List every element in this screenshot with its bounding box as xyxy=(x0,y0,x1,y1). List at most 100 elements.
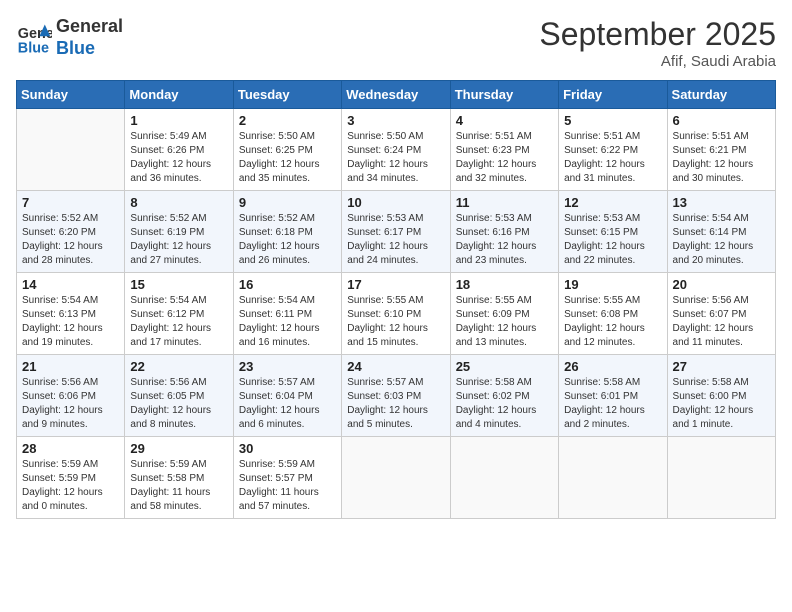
day-number: 5 xyxy=(564,113,661,128)
day-info: Sunrise: 5:56 AM Sunset: 6:06 PM Dayligh… xyxy=(22,376,119,432)
day-number: 19 xyxy=(564,277,661,292)
month-title: September 2025 xyxy=(539,16,776,53)
calendar-cell: 14Sunrise: 5:54 AM Sunset: 6:13 PM Dayli… xyxy=(17,273,125,355)
day-info: Sunrise: 5:54 AM Sunset: 6:12 PM Dayligh… xyxy=(130,294,227,350)
day-info: Sunrise: 5:56 AM Sunset: 6:07 PM Dayligh… xyxy=(673,294,770,350)
calendar-cell: 8 Sunrise: 5:52 AM Sunset: 6:19 PM Daylig… xyxy=(125,191,233,273)
day-number: 21 xyxy=(22,359,119,374)
day-number: 18 xyxy=(456,277,553,292)
day-info: Sunrise: 5:51 AM Sunset: 6:21 PM Dayligh… xyxy=(673,130,770,186)
calendar-cell xyxy=(559,437,667,519)
day-info: Sunrise: 5:57 AM Sunset: 6:04 PM Dayligh… xyxy=(239,376,336,432)
calendar-cell: 21 Sunrise: 5:56 AM Sunset: 6:06 PM Dayli… xyxy=(17,355,125,437)
week-row-3: 14Sunrise: 5:54 AM Sunset: 6:13 PM Dayli… xyxy=(17,273,776,355)
calendar-cell: 1 Sunrise: 5:49 AM Sunset: 6:26 PM Daylig… xyxy=(125,109,233,191)
day-info: Sunrise: 5:57 AM Sunset: 6:03 PM Dayligh… xyxy=(347,376,444,432)
calendar-cell: 30 Sunrise: 5:59 AM Sunset: 5:57 PM Dayli… xyxy=(233,437,341,519)
location-subtitle: Afif, Saudi Arabia xyxy=(539,53,776,70)
calendar-cell: 23 Sunrise: 5:57 AM Sunset: 6:04 PM Dayli… xyxy=(233,355,341,437)
day-info: Sunrise: 5:54 AM Sunset: 6:14 PM Dayligh… xyxy=(673,212,770,268)
column-header-saturday: Saturday xyxy=(667,81,775,109)
calendar-cell: 5Sunrise: 5:51 AM Sunset: 6:22 PM Daylig… xyxy=(559,109,667,191)
week-row-2: 7 Sunrise: 5:52 AM Sunset: 6:20 PM Daylig… xyxy=(17,191,776,273)
day-number: 11 xyxy=(456,195,553,210)
day-info: Sunrise: 5:51 AM Sunset: 6:23 PM Dayligh… xyxy=(456,130,553,186)
day-number: 28 xyxy=(22,441,119,456)
calendar-cell xyxy=(17,109,125,191)
day-number: 8 xyxy=(130,195,227,210)
calendar-cell: 29 Sunrise: 5:59 AM Sunset: 5:58 PM Dayli… xyxy=(125,437,233,519)
day-number: 7 xyxy=(22,195,119,210)
calendar-cell: 3 Sunrise: 5:50 AM Sunset: 6:24 PM Daylig… xyxy=(342,109,450,191)
calendar-cell xyxy=(667,437,775,519)
day-info: Sunrise: 5:59 AM Sunset: 5:57 PM Dayligh… xyxy=(239,458,336,514)
day-number: 29 xyxy=(130,441,227,456)
day-number: 16 xyxy=(239,277,336,292)
day-number: 17 xyxy=(347,277,444,292)
day-number: 22 xyxy=(130,359,227,374)
calendar-cell: 2 Sunrise: 5:50 AM Sunset: 6:25 PM Daylig… xyxy=(233,109,341,191)
day-info: Sunrise: 5:58 AM Sunset: 6:02 PM Dayligh… xyxy=(456,376,553,432)
day-number: 23 xyxy=(239,359,336,374)
day-info: Sunrise: 5:58 AM Sunset: 6:00 PM Dayligh… xyxy=(673,376,770,432)
day-number: 14 xyxy=(22,277,119,292)
calendar-cell: 26 Sunrise: 5:58 AM Sunset: 6:01 PM Dayli… xyxy=(559,355,667,437)
calendar-cell: 11 Sunrise: 5:53 AM Sunset: 6:16 PM Dayli… xyxy=(450,191,558,273)
calendar-cell: 12 Sunrise: 5:53 AM Sunset: 6:15 PM Dayli… xyxy=(559,191,667,273)
calendar-cell: 27Sunrise: 5:58 AM Sunset: 6:00 PM Dayli… xyxy=(667,355,775,437)
calendar-cell: 10Sunrise: 5:53 AM Sunset: 6:17 PM Dayli… xyxy=(342,191,450,273)
calendar-cell: 22 Sunrise: 5:56 AM Sunset: 6:05 PM Dayli… xyxy=(125,355,233,437)
day-info: Sunrise: 5:52 AM Sunset: 6:18 PM Dayligh… xyxy=(239,212,336,268)
day-info: Sunrise: 5:55 AM Sunset: 6:09 PM Dayligh… xyxy=(456,294,553,350)
calendar-cell: 9Sunrise: 5:52 AM Sunset: 6:18 PM Daylig… xyxy=(233,191,341,273)
day-number: 6 xyxy=(673,113,770,128)
calendar-cell: 4 Sunrise: 5:51 AM Sunset: 6:23 PM Daylig… xyxy=(450,109,558,191)
day-info: Sunrise: 5:52 AM Sunset: 6:20 PM Dayligh… xyxy=(22,212,119,268)
day-number: 30 xyxy=(239,441,336,456)
day-number: 25 xyxy=(456,359,553,374)
day-info: Sunrise: 5:53 AM Sunset: 6:17 PM Dayligh… xyxy=(347,212,444,268)
svg-text:Blue: Blue xyxy=(18,40,49,56)
day-info: Sunrise: 5:58 AM Sunset: 6:01 PM Dayligh… xyxy=(564,376,661,432)
calendar-cell xyxy=(342,437,450,519)
calendar-cell: 28 Sunrise: 5:59 AM Sunset: 5:59 PM Dayli… xyxy=(17,437,125,519)
logo-icon: General Blue xyxy=(16,20,52,56)
column-header-monday: Monday xyxy=(125,81,233,109)
day-number: 12 xyxy=(564,195,661,210)
day-info: Sunrise: 5:59 AM Sunset: 5:59 PM Dayligh… xyxy=(22,458,119,514)
day-number: 1 xyxy=(130,113,227,128)
day-number: 4 xyxy=(456,113,553,128)
day-info: Sunrise: 5:52 AM Sunset: 6:19 PM Dayligh… xyxy=(130,212,227,268)
column-header-tuesday: Tuesday xyxy=(233,81,341,109)
day-info: Sunrise: 5:50 AM Sunset: 6:25 PM Dayligh… xyxy=(239,130,336,186)
calendar-cell: 6 Sunrise: 5:51 AM Sunset: 6:21 PM Daylig… xyxy=(667,109,775,191)
day-info: Sunrise: 5:55 AM Sunset: 6:08 PM Dayligh… xyxy=(564,294,661,350)
calendar-cell: 17 Sunrise: 5:55 AM Sunset: 6:10 PM Dayli… xyxy=(342,273,450,355)
calendar-cell: 18 Sunrise: 5:55 AM Sunset: 6:09 PM Dayli… xyxy=(450,273,558,355)
week-row-5: 28 Sunrise: 5:59 AM Sunset: 5:59 PM Dayli… xyxy=(17,437,776,519)
day-info: Sunrise: 5:49 AM Sunset: 6:26 PM Dayligh… xyxy=(130,130,227,186)
page-header: General Blue General Blue September 2025… xyxy=(16,16,776,70)
calendar-cell: 15 Sunrise: 5:54 AM Sunset: 6:12 PM Dayli… xyxy=(125,273,233,355)
column-header-wednesday: Wednesday xyxy=(342,81,450,109)
week-row-1: 1 Sunrise: 5:49 AM Sunset: 6:26 PM Daylig… xyxy=(17,109,776,191)
week-row-4: 21 Sunrise: 5:56 AM Sunset: 6:06 PM Dayli… xyxy=(17,355,776,437)
day-number: 15 xyxy=(130,277,227,292)
day-info: Sunrise: 5:59 AM Sunset: 5:58 PM Dayligh… xyxy=(130,458,227,514)
day-number: 26 xyxy=(564,359,661,374)
day-info: Sunrise: 5:54 AM Sunset: 6:11 PM Dayligh… xyxy=(239,294,336,350)
calendar-table: SundayMondayTuesdayWednesdayThursdayFrid… xyxy=(16,80,776,519)
day-info: Sunrise: 5:50 AM Sunset: 6:24 PM Dayligh… xyxy=(347,130,444,186)
calendar-cell xyxy=(450,437,558,519)
calendar-header-row: SundayMondayTuesdayWednesdayThursdayFrid… xyxy=(17,81,776,109)
calendar-cell: 20Sunrise: 5:56 AM Sunset: 6:07 PM Dayli… xyxy=(667,273,775,355)
day-info: Sunrise: 5:53 AM Sunset: 6:15 PM Dayligh… xyxy=(564,212,661,268)
logo-text-blue: Blue xyxy=(56,38,123,60)
calendar-cell: 16 Sunrise: 5:54 AM Sunset: 6:11 PM Dayli… xyxy=(233,273,341,355)
day-info: Sunrise: 5:56 AM Sunset: 6:05 PM Dayligh… xyxy=(130,376,227,432)
day-info: Sunrise: 5:53 AM Sunset: 6:16 PM Dayligh… xyxy=(456,212,553,268)
logo-text-general: General xyxy=(56,16,123,38)
day-info: Sunrise: 5:55 AM Sunset: 6:10 PM Dayligh… xyxy=(347,294,444,350)
day-number: 3 xyxy=(347,113,444,128)
day-number: 2 xyxy=(239,113,336,128)
